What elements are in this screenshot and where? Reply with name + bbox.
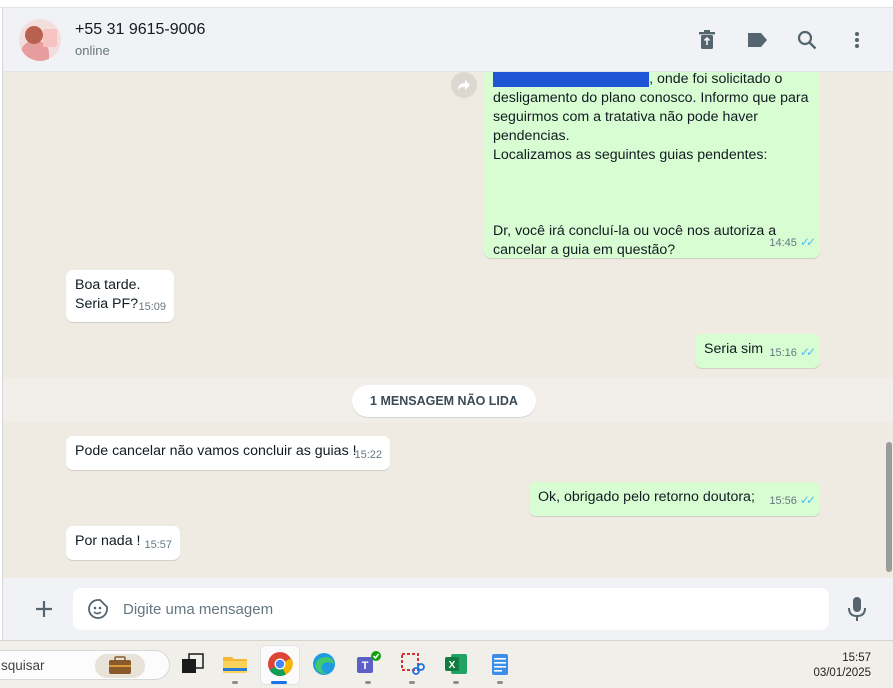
message-time: 15:16 ✓✓ bbox=[769, 345, 816, 359]
taskbar-running-indicator bbox=[232, 681, 238, 684]
menu-dots-icon[interactable] bbox=[845, 28, 869, 52]
read-ticks-icon: ✓✓ bbox=[799, 493, 816, 507]
chrome-icon[interactable] bbox=[267, 651, 293, 677]
taskbar-clock[interactable]: 15:57 03/01/2025 bbox=[813, 651, 871, 681]
search-icon[interactable] bbox=[795, 28, 819, 52]
taskbar-running-indicator bbox=[497, 681, 503, 684]
message-line: xxxxxxxxxxxxxxxxxxxxxx, onde foi solicit… bbox=[493, 72, 811, 89]
message-incoming[interactable]: Pode cancelar não vamos concluir as guia… bbox=[66, 436, 390, 470]
message-line-fragment: , onde foi solicitado o bbox=[649, 72, 783, 87]
sticker-icon[interactable] bbox=[87, 598, 109, 620]
trash-icon[interactable] bbox=[695, 28, 719, 52]
taskbar-running-indicator bbox=[453, 681, 459, 684]
briefcase-icon bbox=[95, 654, 145, 678]
read-ticks-icon: ✓✓ bbox=[799, 345, 816, 359]
avatar-face bbox=[25, 26, 43, 44]
task-view-icon[interactable] bbox=[180, 651, 206, 677]
svg-text:T: T bbox=[362, 660, 369, 672]
whatsapp-window: +55 31 9615-9006 online xxxxxxxxxxxxxxxx… bbox=[2, 8, 893, 640]
message-input[interactable] bbox=[123, 588, 813, 630]
label-icon[interactable] bbox=[745, 28, 769, 52]
windows-taskbar: squisar T X 15:57 03/01/2025 bbox=[0, 640, 893, 688]
browser-top-edge bbox=[0, 0, 893, 8]
taskbar-search[interactable]: squisar bbox=[0, 650, 170, 680]
attach-plus-icon[interactable] bbox=[31, 596, 57, 622]
clock-time: 15:57 bbox=[842, 652, 871, 664]
taskbar-active-indicator bbox=[271, 681, 287, 684]
message-outgoing[interactable]: xxxxxxxxxxxxxxxxxxxxxx, onde foi solicit… bbox=[484, 72, 820, 258]
message-line: Pode cancelar não vamos concluir as guia… bbox=[75, 443, 357, 459]
message-input-box bbox=[73, 588, 829, 630]
chat-scrollbar[interactable] bbox=[886, 442, 892, 572]
teams-icon[interactable]: T bbox=[355, 651, 381, 677]
svg-text:X: X bbox=[449, 660, 456, 671]
edge-icon[interactable] bbox=[311, 651, 337, 677]
contact-status: online bbox=[75, 43, 110, 58]
file-explorer-icon[interactable] bbox=[222, 651, 248, 677]
read-ticks-icon: ✓✓ bbox=[799, 235, 816, 249]
message-line: pendencias. bbox=[493, 128, 570, 144]
taskbar-search-text: squisar bbox=[1, 658, 45, 673]
message-time: 15:22 bbox=[354, 449, 382, 461]
message-line: Localizamos as seguintes guias pendentes… bbox=[493, 147, 768, 163]
message-time: 15:56 ✓✓ bbox=[769, 493, 816, 507]
composer-bar bbox=[3, 578, 893, 640]
message-line: cancelar a guia em questão? bbox=[493, 242, 676, 258]
message-outgoing[interactable]: Ok, obrigado pelo retorno doutora; 15:56… bbox=[529, 482, 820, 516]
message-line: Boa tarde. bbox=[75, 277, 141, 293]
message-time: 15:09 bbox=[138, 301, 166, 313]
contact-avatar[interactable] bbox=[19, 19, 61, 61]
message-outgoing[interactable]: Seria sim 15:16 ✓✓ bbox=[695, 334, 820, 368]
message-line: Dr, você irá concluí-la ou você nos auto… bbox=[493, 223, 777, 239]
message-time: 14:45 ✓✓ bbox=[769, 235, 816, 249]
chat-header: +55 31 9615-9006 online bbox=[3, 8, 893, 72]
contact-name[interactable]: +55 31 9615-9006 bbox=[75, 21, 205, 39]
excel-icon[interactable]: X bbox=[443, 651, 469, 677]
message-incoming[interactable]: Boa tarde. Seria PF? 15:09 bbox=[66, 270, 174, 322]
taskbar-running-indicator bbox=[365, 681, 371, 684]
message-incoming[interactable]: Por nada ! 15:57 bbox=[66, 526, 180, 560]
avatar-card bbox=[43, 29, 57, 47]
microphone-icon[interactable] bbox=[847, 596, 871, 622]
message-line: desligamento do plano conosco. Informo q… bbox=[493, 90, 809, 106]
clock-date: 03/01/2025 bbox=[813, 667, 871, 679]
notepad-icon[interactable] bbox=[487, 651, 513, 677]
taskbar-running-indicator bbox=[409, 681, 415, 684]
message-line: seguirmos com a tratativa não pode haver bbox=[493, 109, 758, 125]
message-blank-space bbox=[493, 165, 811, 222]
highlighted-text: xxxxxxxxxxxxxxxxxxxxxx bbox=[493, 72, 650, 87]
chat-area[interactable]: xxxxxxxxxxxxxxxxxxxxxx, onde foi solicit… bbox=[3, 72, 893, 578]
message-time: 15:57 bbox=[144, 539, 172, 551]
snipping-tool-icon[interactable] bbox=[399, 651, 425, 677]
unread-messages-badge: 1 MENSAGEM NÃO LIDA bbox=[352, 385, 536, 417]
forward-icon[interactable] bbox=[451, 72, 477, 98]
